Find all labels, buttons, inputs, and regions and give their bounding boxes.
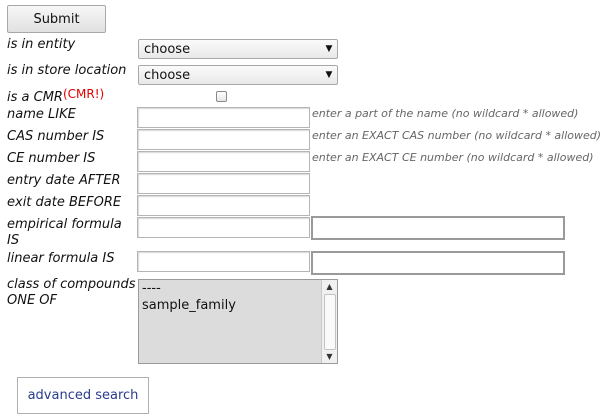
chevron-down-icon: ▼ [325,44,333,54]
empirical-formula-label-line1: empirical formula [7,217,122,232]
listbox-scrollbar[interactable]: ▲ ▼ [321,280,337,363]
advanced-search-button[interactable]: advanced search [17,377,149,414]
name-input[interactable] [137,107,310,128]
ce-hint: enter an EXACT CE number (no wildcard * … [312,151,594,164]
cas-hint: enter an EXACT CAS number (no wildcard *… [312,129,602,142]
compound-class-option[interactable]: ---- [139,281,337,296]
compound-class-label-line1: class of compounds [7,277,136,292]
compound-class-option[interactable]: sample_family [139,298,337,313]
submit-button[interactable]: Submit [7,5,106,33]
store-location-select[interactable]: choose ▼ [138,65,338,85]
linear-formula-input[interactable] [137,251,310,272]
empirical-formula-input[interactable] [137,217,310,238]
entity-label: is in entity [7,37,76,52]
cmr-label-text: is a CMR [7,90,63,105]
entity-select-value: choose [144,41,191,57]
name-label: name LIKE [7,107,76,122]
empirical-formula-label: empirical formula IS [7,217,122,249]
compound-class-label: class of compounds ONE OF [7,277,136,309]
cmr-label: is a CMR(CMR!) [7,87,105,106]
scroll-up-icon[interactable]: ▲ [322,280,337,293]
entity-select[interactable]: choose ▼ [138,39,338,59]
name-hint: enter a part of the name (no wildcard * … [312,107,579,120]
scroll-down-icon[interactable]: ▼ [322,350,337,363]
linear-formula-label: linear formula IS [7,251,115,266]
exit-date-label: exit date BEFORE [7,195,122,210]
cas-label: CAS number IS [7,129,105,144]
cas-input[interactable] [137,129,310,150]
exit-date-input[interactable] [137,195,310,216]
entry-date-input[interactable] [137,173,310,194]
linear-formula-extra-input[interactable] [311,251,565,275]
scrollbar-thumb[interactable] [324,294,336,350]
empirical-formula-label-line2: IS [7,233,20,248]
ce-input[interactable] [137,151,310,172]
cmr-tag: (CMR!) [62,87,105,101]
empirical-formula-extra-input[interactable] [311,216,565,240]
store-location-select-value: choose [144,67,191,83]
cmr-checkbox[interactable] [216,91,227,102]
ce-label: CE number IS [7,151,96,166]
compound-class-listbox[interactable]: ---- sample_family ▲ ▼ [138,279,338,364]
store-location-label: is in store location [7,63,127,78]
entry-date-label: entry date AFTER [7,173,121,188]
chevron-down-icon: ▼ [325,70,333,80]
compound-class-label-line2: ONE OF [7,293,58,308]
